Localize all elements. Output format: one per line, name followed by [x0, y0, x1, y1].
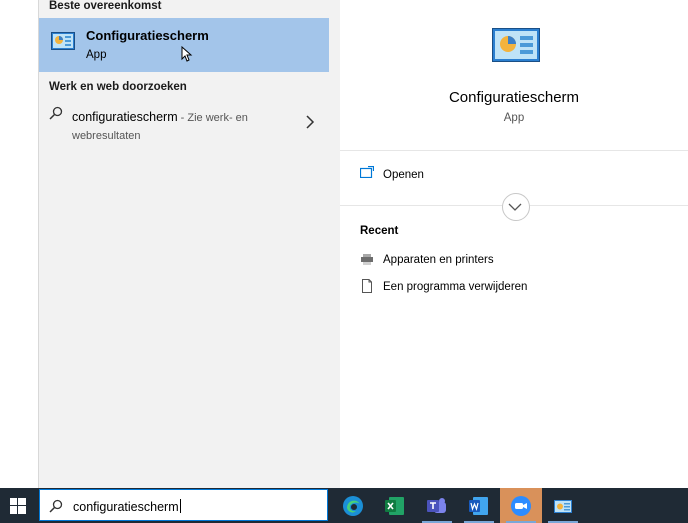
search-value: configuratiescherm — [73, 500, 179, 514]
best-match-heading: Beste overeenkomst — [49, 0, 162, 12]
printer-icon — [361, 254, 373, 265]
excel-icon — [385, 497, 404, 515]
best-match-title: Configuratiescherm — [86, 28, 209, 43]
detail-subtitle: App — [503, 112, 525, 124]
best-match-item[interactable]: Configuratiescherm App — [39, 18, 329, 72]
web-result-query: configuratiescherm — [72, 110, 178, 124]
recent-heading: Recent — [360, 225, 399, 237]
taskbar-zoom[interactable] — [500, 488, 542, 523]
edge-icon — [343, 496, 363, 516]
text-caret — [179, 499, 181, 513]
word-icon — [469, 497, 488, 515]
web-result-text: configuratiescherm - Zie werk- en webres… — [72, 108, 272, 145]
control-panel-large-icon — [492, 28, 540, 62]
search-results-panel: Beste overeenkomst Configuratiescherm Ap… — [39, 0, 340, 488]
control-panel-icon — [51, 32, 75, 50]
expand-button[interactable] — [502, 193, 530, 221]
control-panel-icon — [554, 500, 572, 513]
open-icon — [360, 166, 374, 178]
open-label: Openen — [383, 169, 424, 181]
web-search-result[interactable]: configuratiescherm - Zie werk- en webres… — [39, 100, 329, 144]
taskbar-edge[interactable] — [332, 488, 374, 523]
recent-item-label: Apparaten en printers — [383, 254, 494, 266]
taskbar-control-panel[interactable] — [542, 488, 584, 523]
web-search-heading: Werk en web doorzoeken — [49, 81, 187, 93]
taskbar-teams[interactable] — [416, 488, 458, 523]
chevron-down-icon — [508, 203, 522, 211]
search-icon — [49, 106, 63, 120]
best-match-subtitle: App — [86, 49, 107, 61]
taskbar-word[interactable] — [458, 488, 500, 523]
detail-title: Configuratiescherm — [448, 89, 580, 106]
detail-panel: Configuratiescherm App Openen Recent App… — [340, 0, 688, 488]
windows-start-icon[interactable] — [10, 498, 26, 514]
left-edge — [0, 0, 39, 488]
search-icon — [49, 499, 63, 513]
zoom-icon — [511, 496, 531, 516]
mouse-cursor-icon — [181, 46, 193, 62]
teams-icon — [427, 498, 446, 513]
chevron-right-icon[interactable] — [305, 115, 315, 129]
divider — [340, 150, 688, 151]
search-field-text: configuratiescherm — [73, 499, 181, 514]
taskbar-search-input[interactable]: configuratiescherm — [39, 489, 328, 521]
document-icon — [362, 279, 372, 293]
taskbar-excel[interactable] — [374, 488, 416, 523]
recent-item-label: Een programma verwijderen — [383, 281, 528, 293]
